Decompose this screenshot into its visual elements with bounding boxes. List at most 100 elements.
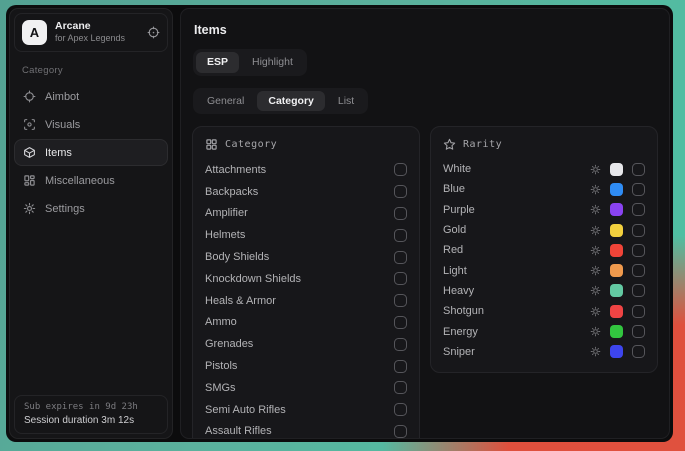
category-row-body-shields: Body Shields: [205, 246, 407, 268]
category-checkbox[interactable]: [394, 207, 407, 220]
rarity-settings-gear-icon[interactable]: [590, 346, 601, 357]
app-window: A Arcane for Apex Legends Category Aimbo…: [6, 5, 673, 442]
rarity-row-blue: Blue: [443, 179, 645, 199]
rarity-row-sniper: Sniper: [443, 342, 645, 362]
category-row-pistols: Pistols: [205, 355, 407, 377]
category-row-knockdown-shields: Knockdown Shields: [205, 268, 407, 290]
sidebar: A Arcane for Apex Legends Category Aimbo…: [9, 8, 173, 439]
rarity-settings-gear-icon[interactable]: [590, 245, 601, 256]
category-checkbox[interactable]: [394, 338, 407, 351]
sidebar-section-label: Category: [22, 65, 160, 76]
rarity-color-swatch[interactable]: [610, 345, 623, 358]
tab-bar: GeneralCategoryList: [193, 88, 368, 115]
rarity-color-swatch[interactable]: [610, 224, 623, 237]
rarity-row-light: Light: [443, 260, 645, 280]
layout-icon: [23, 174, 36, 187]
scan-eye-icon: [23, 118, 36, 131]
rarity-color-swatch[interactable]: [610, 183, 623, 196]
sidebar-item-aimbot[interactable]: Aimbot: [14, 83, 168, 110]
category-checkbox[interactable]: [394, 185, 407, 198]
package-icon: [23, 146, 36, 159]
rarity-settings-gear-icon[interactable]: [590, 265, 601, 276]
app-logo: A: [22, 20, 47, 45]
category-row-grenades: Grenades: [205, 333, 407, 355]
category-row-ammo: Ammo: [205, 312, 407, 334]
mode-esp[interactable]: ESP: [196, 52, 239, 73]
rarity-checkbox[interactable]: [632, 264, 645, 277]
rarity-color-swatch[interactable]: [610, 325, 623, 338]
category-checkbox[interactable]: [394, 360, 407, 373]
rarity-list: White Blue Purple: [443, 159, 645, 362]
category-checkbox[interactable]: [394, 316, 407, 329]
rarity-row-purple: Purple: [443, 200, 645, 220]
category-panel: Category Attachments Backpacks Amplifier…: [192, 126, 420, 439]
tab-category[interactable]: Category: [257, 91, 325, 112]
sidebar-item-items[interactable]: Items: [14, 139, 168, 166]
rarity-checkbox[interactable]: [632, 244, 645, 257]
rarity-settings-gear-icon[interactable]: [590, 326, 601, 337]
rarity-settings-gear-icon[interactable]: [590, 285, 601, 296]
main-panel: Items ESPHighlight GeneralCategoryList C…: [180, 8, 670, 439]
gear-icon: [23, 202, 36, 215]
app-subtitle: for Apex Legends: [55, 33, 125, 44]
rarity-color-swatch[interactable]: [610, 264, 623, 277]
category-checkbox[interactable]: [394, 229, 407, 242]
rarity-checkbox[interactable]: [632, 224, 645, 237]
rarity-checkbox[interactable]: [632, 305, 645, 318]
category-row-semi-auto-rifles: Semi Auto Rifles: [205, 399, 407, 421]
rarity-checkbox[interactable]: [632, 183, 645, 196]
rarity-checkbox[interactable]: [632, 325, 645, 338]
rarity-checkbox[interactable]: [632, 284, 645, 297]
category-row-amplifier: Amplifier: [205, 203, 407, 225]
category-checkbox[interactable]: [394, 425, 407, 438]
session-duration-text: Session duration 3m 12s: [24, 415, 158, 426]
rarity-checkbox[interactable]: [632, 203, 645, 216]
rarity-row-heavy: Heavy: [443, 281, 645, 301]
rarity-settings-gear-icon[interactable]: [590, 225, 601, 236]
layout-grid-icon: [205, 138, 218, 151]
rarity-color-swatch[interactable]: [610, 163, 623, 176]
rarity-color-swatch[interactable]: [610, 244, 623, 257]
category-row-assault-rifles: Assault Rifles: [205, 421, 407, 439]
rarity-settings-gear-icon[interactable]: [590, 204, 601, 215]
tab-list[interactable]: List: [327, 91, 365, 112]
category-checkbox[interactable]: [394, 403, 407, 416]
category-checkbox[interactable]: [394, 294, 407, 307]
sidebar-item-settings[interactable]: Settings: [14, 195, 168, 222]
category-checkbox[interactable]: [394, 251, 407, 264]
category-row-attachments: Attachments: [205, 159, 407, 181]
rarity-panel: Rarity White Blue: [430, 126, 658, 373]
mode-toggle: ESPHighlight: [193, 49, 307, 76]
crosshair-icon[interactable]: [147, 26, 160, 39]
rarity-checkbox[interactable]: [632, 163, 645, 176]
category-checkbox[interactable]: [394, 272, 407, 285]
tab-general[interactable]: General: [196, 91, 255, 112]
sidebar-nav: Aimbot Visuals Items Miscellaneous Setti…: [13, 83, 169, 223]
mode-highlight[interactable]: Highlight: [241, 52, 304, 73]
category-panel-header: Category: [205, 138, 407, 151]
panels-row: Category Attachments Backpacks Amplifier…: [192, 126, 658, 429]
rarity-checkbox[interactable]: [632, 345, 645, 358]
category-checkbox[interactable]: [394, 381, 407, 394]
category-list: Attachments Backpacks Amplifier Helmets …: [205, 159, 407, 439]
rarity-row-red: Red: [443, 240, 645, 260]
rarity-settings-gear-icon[interactable]: [590, 164, 601, 175]
rarity-color-swatch[interactable]: [610, 305, 623, 318]
crosshair-icon: [23, 90, 36, 103]
session-info-box: Sub expires in 9d 23h Session duration 3…: [14, 395, 168, 434]
rarity-panel-header: Rarity: [443, 138, 645, 151]
rarity-row-shotgun: Shotgun: [443, 301, 645, 321]
star-icon: [443, 138, 456, 151]
rarity-settings-gear-icon[interactable]: [590, 184, 601, 195]
sidebar-item-visuals[interactable]: Visuals: [14, 111, 168, 138]
rarity-row-gold: Gold: [443, 220, 645, 240]
category-row-helmets: Helmets: [205, 224, 407, 246]
rarity-color-swatch[interactable]: [610, 203, 623, 216]
sidebar-item-miscellaneous[interactable]: Miscellaneous: [14, 167, 168, 194]
rarity-color-swatch[interactable]: [610, 284, 623, 297]
category-row-smgs: SMGs: [205, 377, 407, 399]
category-checkbox[interactable]: [394, 163, 407, 176]
category-row-heals-armor: Heals & Armor: [205, 290, 407, 312]
rarity-panel-title: Rarity: [463, 139, 502, 150]
rarity-settings-gear-icon[interactable]: [590, 306, 601, 317]
